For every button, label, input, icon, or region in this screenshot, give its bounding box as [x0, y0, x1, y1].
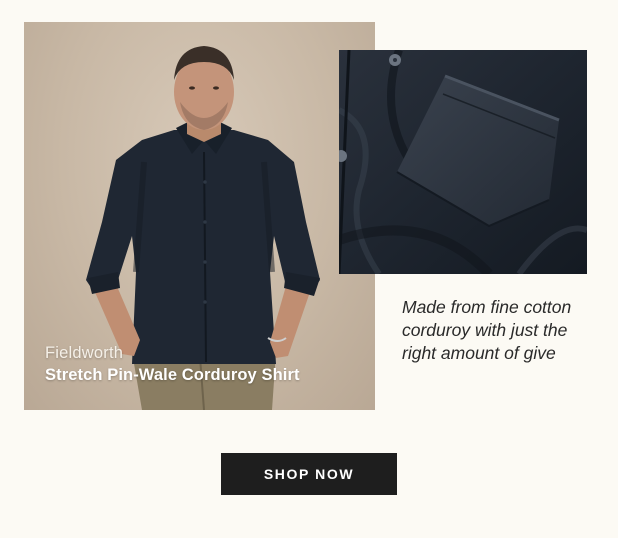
product-caption: Fieldworth Stretch Pin-Wale Corduroy Shi…	[45, 342, 300, 386]
brand-name: Fieldworth	[45, 344, 124, 362]
fabric-detail-photo[interactable]	[339, 50, 587, 274]
product-name[interactable]: Stretch Pin-Wale Corduroy Shirt	[45, 364, 300, 386]
promo-section: Fieldworth Stretch Pin-Wale Corduroy Shi…	[0, 0, 618, 538]
product-tagline: Made from fine cotton corduroy with just…	[402, 297, 572, 363]
shop-now-button[interactable]: SHOP NOW	[221, 453, 397, 495]
corduroy-pocket-illustration	[339, 50, 587, 274]
model-photo[interactable]: Fieldworth Stretch Pin-Wale Corduroy Shi…	[24, 22, 375, 410]
